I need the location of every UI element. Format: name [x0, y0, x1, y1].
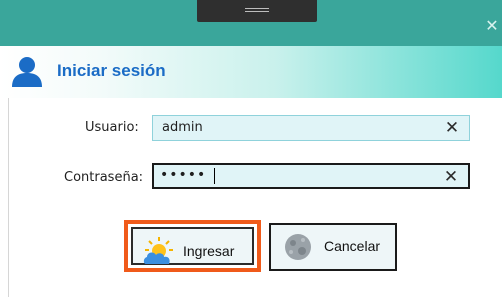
login-button[interactable]: Ingresar: [124, 220, 261, 272]
cancel-button[interactable]: Cancelar: [269, 223, 397, 271]
drag-grip-line: [245, 8, 269, 9]
password-label: Contraseña:: [64, 170, 144, 185]
text-caret: [214, 168, 215, 184]
dialog-header: Iniciar sesión: [0, 46, 502, 98]
username-value: admin: [162, 120, 203, 135]
dialog-title: Iniciar sesión: [57, 61, 166, 80]
sun-cloud-icon: [143, 237, 173, 264]
moon-icon: [285, 234, 311, 260]
username-field[interactable]: admin ✕: [152, 115, 470, 141]
username-label: Usuario:: [85, 120, 139, 135]
clear-icon[interactable]: ✕: [442, 168, 460, 186]
user-icon: [12, 57, 42, 87]
drag-grip-line: [245, 11, 269, 12]
drag-handle[interactable]: [197, 0, 317, 22]
password-field[interactable]: ••••• ✕: [152, 163, 470, 189]
login-button-label: Ingresar: [183, 243, 235, 259]
window-titlebar[interactable]: ✕: [0, 0, 502, 46]
clear-icon[interactable]: ✕: [443, 119, 461, 137]
password-value: •••••: [160, 167, 207, 183]
left-divider: [8, 98, 9, 297]
login-button-face: Ingresar: [131, 227, 254, 265]
cancel-button-label: Cancelar: [324, 238, 381, 254]
close-icon[interactable]: ✕: [482, 16, 502, 36]
